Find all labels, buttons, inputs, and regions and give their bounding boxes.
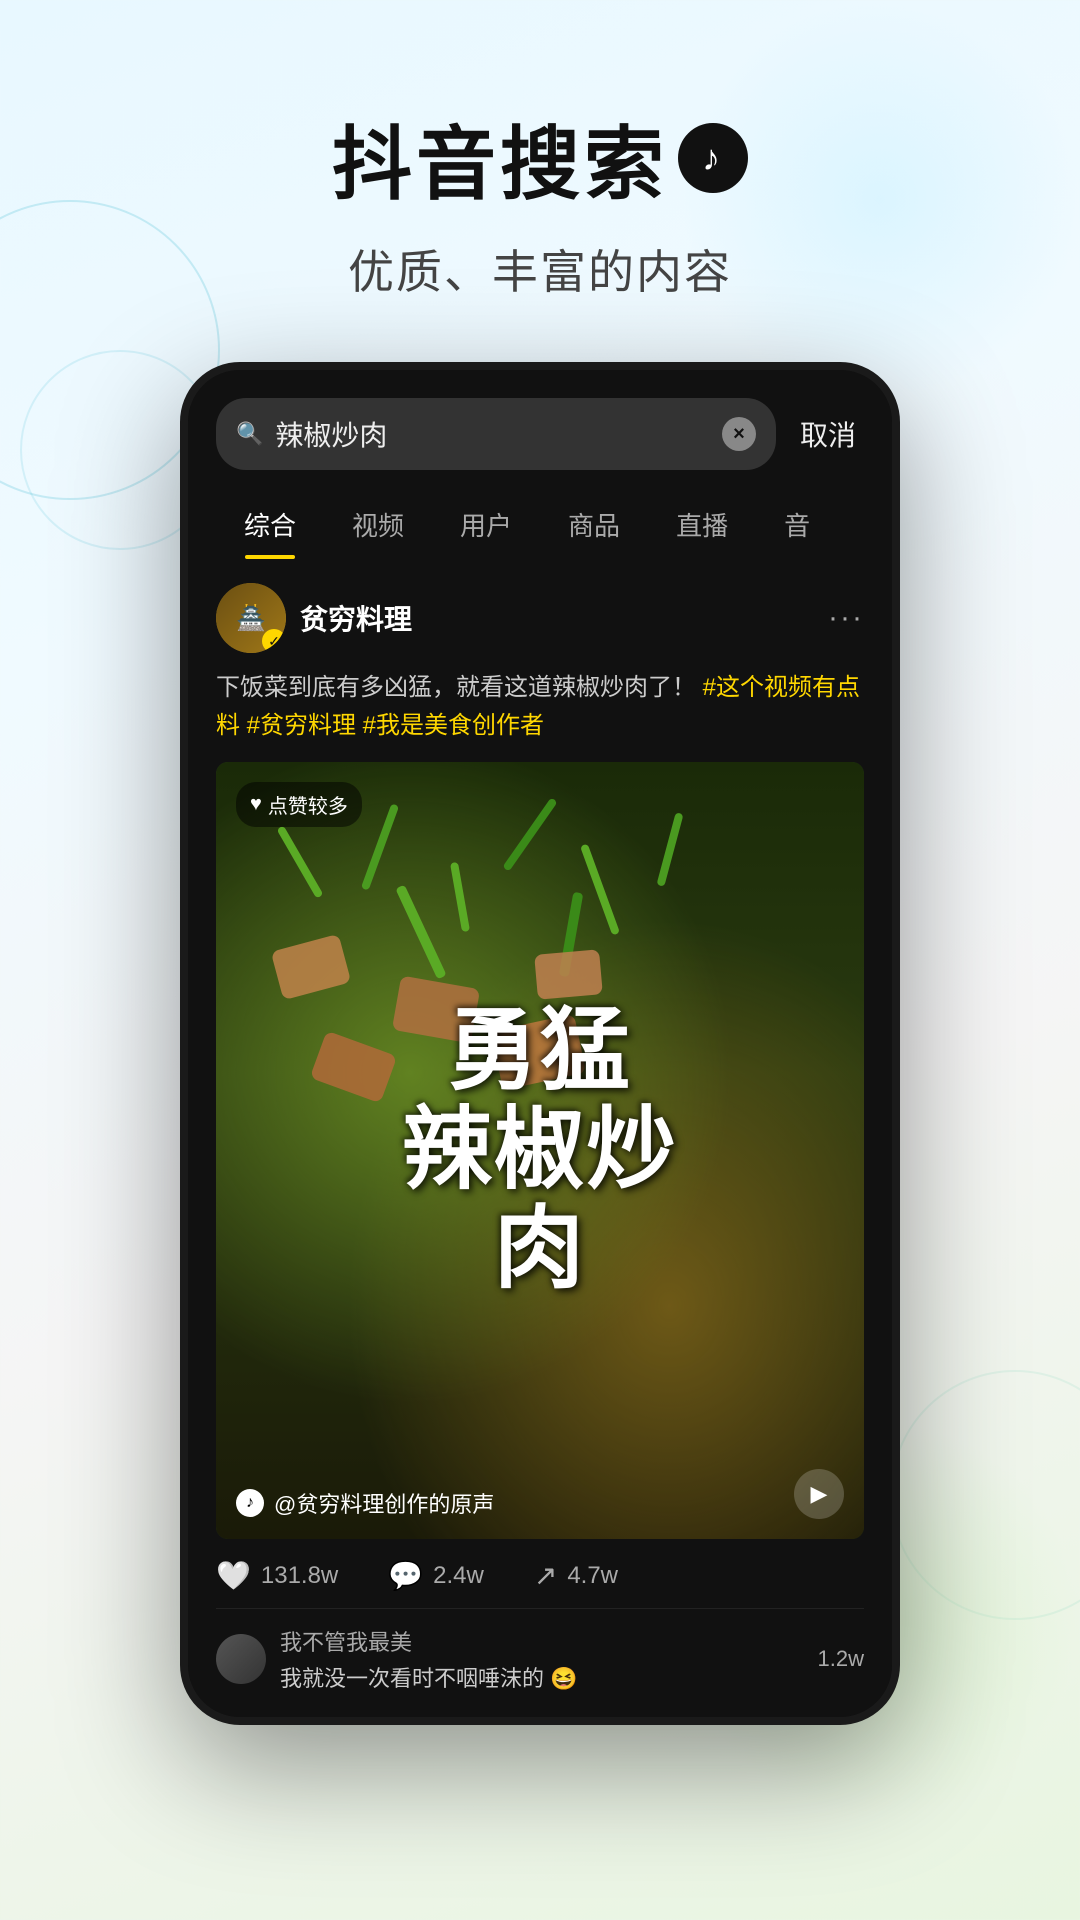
search-input[interactable]: 辣椒炒肉 (275, 414, 710, 454)
tab-直播[interactable]: 直播 (648, 490, 756, 559)
tab-bar: 综合 视频 用户 商品 直播 音 (188, 470, 892, 559)
tab-商品[interactable]: 商品 (540, 490, 648, 559)
badge-text: 点赞较多 (268, 790, 348, 819)
title-text: 抖音搜索 (332, 100, 668, 216)
video-source: ♪ @贫穷料理创作的原声 (236, 1487, 494, 1519)
interaction-bar: 🤍 131.8w 💬 2.4w ↗ 4.7w (216, 1539, 864, 1608)
content-area: 🏯 ✓ 贫穷料理 ··· 下饭菜到底有多凶猛，就看这道辣椒炒肉了！ #这个视频有… (188, 559, 892, 1717)
comment-count: 2.4w (433, 1562, 484, 1590)
avatar[interactable]: 🏯 ✓ (216, 583, 286, 653)
comment-text: 我就没一次看时不咽唾沫的 😆 (280, 1661, 804, 1693)
tab-音[interactable]: 音 (756, 490, 838, 559)
comment-content: 我不管我最美 我就没一次看时不咽唾沫的 😆 (280, 1625, 804, 1693)
phone-mockup: 🔍 辣椒炒肉 × 取消 综合 视频 用户 商品 直播 音 (180, 362, 900, 1725)
share-button[interactable]: ↗ 4.7w (534, 1559, 618, 1592)
video-text-overlay: 勇猛辣椒炒肉 (216, 762, 864, 1540)
tab-用户[interactable]: 用户 (432, 490, 540, 559)
post-card: 🏯 ✓ 贫穷料理 ··· 下饭菜到底有多凶猛，就看这道辣椒炒肉了！ #这个视频有… (216, 583, 864, 1693)
like-button[interactable]: 🤍 131.8w (216, 1559, 338, 1592)
comment-like-count: 1.2w (818, 1646, 864, 1672)
tab-视频[interactable]: 视频 (324, 490, 432, 559)
username[interactable]: 贫穷料理 (300, 598, 412, 638)
clear-button[interactable]: × (722, 417, 756, 451)
commenter-avatar (216, 1634, 266, 1684)
comment-icon: 💬 (388, 1559, 423, 1592)
search-area: 🔍 辣椒炒肉 × 取消 (188, 370, 892, 470)
more-options-button[interactable]: ··· (828, 601, 864, 635)
header: 抖音搜索 ♪ 优质、丰富的内容 (0, 0, 1080, 362)
cancel-button[interactable]: 取消 (792, 414, 864, 454)
search-icon: 🔍 (236, 421, 263, 447)
main-title: 抖音搜索 ♪ (0, 100, 1080, 216)
search-input-wrapper[interactable]: 🔍 辣椒炒肉 × (216, 398, 776, 470)
tab-综合[interactable]: 综合 (216, 490, 324, 559)
comment-preview: 我不管我最美 我就没一次看时不咽唾沫的 😆 1.2w (216, 1608, 864, 1693)
post-text: 下饭菜到底有多凶猛，就看这道辣椒炒肉了！ (216, 674, 696, 701)
commenter-name: 我不管我最美 (280, 1625, 804, 1657)
tiktok-logo-icon: ♪ (678, 123, 748, 193)
phone-container: 🔍 辣椒炒肉 × 取消 综合 视频 用户 商品 直播 音 (0, 362, 1080, 1725)
subtitle-text: 优质、丰富的内容 (0, 236, 1080, 302)
share-count: 4.7w (567, 1562, 618, 1590)
heart-icon: 🤍 (216, 1559, 251, 1592)
tiktok-small-icon: ♪ (236, 1489, 264, 1517)
user-info: 🏯 ✓ 贫穷料理 (216, 583, 412, 653)
video-calligraphy-text: 勇猛辣椒炒肉 (402, 1002, 678, 1299)
like-count: 131.8w (261, 1562, 338, 1590)
verified-badge: ✓ (262, 629, 286, 653)
comment-button[interactable]: 💬 2.4w (388, 1559, 484, 1592)
post-description: 下饭菜到底有多凶猛，就看这道辣椒炒肉了！ #这个视频有点料 #贫穷料理 #我是美… (216, 669, 864, 746)
search-bar: 🔍 辣椒炒肉 × 取消 (216, 398, 864, 470)
heart-icon: ♥ (250, 793, 262, 816)
video-thumbnail[interactable]: 勇猛辣椒炒肉 ♥ 点赞较多 ♪ @贫穷料理创作的原声 ▶ (216, 762, 864, 1540)
post-header: 🏯 ✓ 贫穷料理 ··· (216, 583, 864, 653)
video-badge: ♥ 点赞较多 (236, 782, 362, 827)
video-source-text: @贫穷料理创作的原声 (274, 1487, 494, 1519)
share-icon: ↗ (534, 1559, 557, 1592)
